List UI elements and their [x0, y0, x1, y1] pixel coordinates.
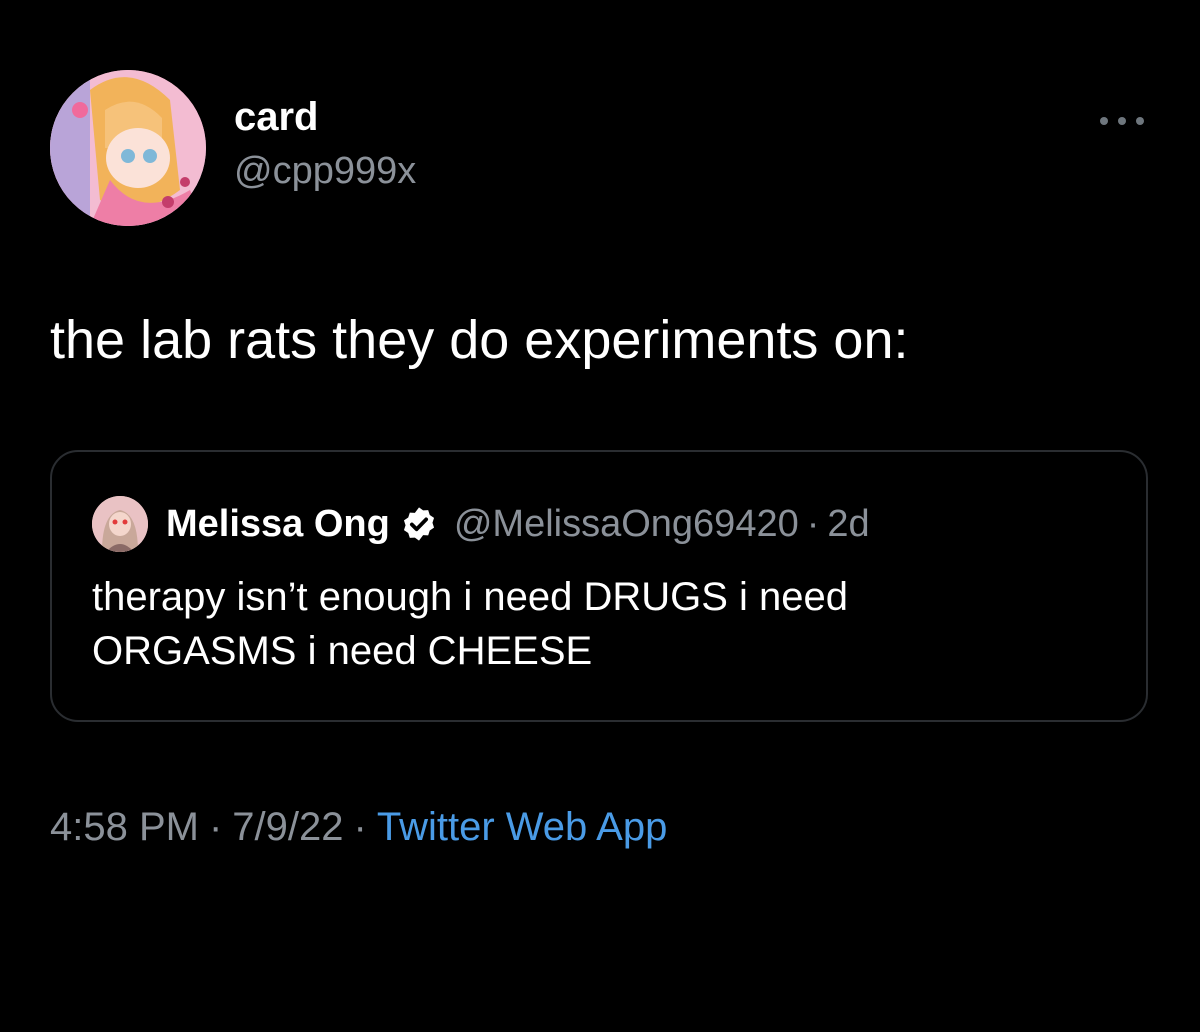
author-avatar[interactable]	[50, 70, 206, 226]
tweet-source-link[interactable]: Twitter Web App	[377, 805, 668, 849]
tweet-date[interactable]: 7/9/22	[232, 805, 343, 849]
meta-separator: ·	[208, 805, 223, 849]
user-avatar-icon	[92, 496, 148, 552]
tweet-text: the lab rats they do experiments on:	[50, 310, 909, 370]
more-dot	[1100, 117, 1108, 125]
meta-separator: ·	[353, 805, 367, 849]
quoted-separator: ·	[806, 502, 820, 545]
tweet-time[interactable]: 4:58 PM	[50, 805, 199, 849]
author-names: card @cpp999x	[234, 93, 416, 195]
more-options-icon[interactable]	[1100, 106, 1144, 136]
quoted-author-avatar[interactable]	[92, 496, 148, 552]
tweet-meta: 4:58 PM · 7/9/22 · Twitter Web App	[50, 802, 667, 852]
tweet-container: card @cpp999x the lab rats they do exper…	[0, 0, 1200, 1032]
author-display-name[interactable]: card	[234, 93, 416, 141]
author-handle[interactable]: @cpp999x	[234, 147, 416, 195]
more-dot	[1136, 117, 1144, 125]
more-dot	[1118, 117, 1126, 125]
quoted-tweet-card[interactable]: Melissa Ong @MelissaOng69420 · 2d therap…	[50, 450, 1148, 722]
quoted-text-line: therapy isn’t enough i need DRUGS i need	[92, 575, 849, 619]
quoted-time-ago[interactable]: 2d	[827, 503, 869, 546]
quoted-tweet-text: therapy isn’t enough i need DRUGS i need…	[92, 570, 1092, 678]
tweet-author: card @cpp999x	[50, 70, 416, 226]
quoted-author-handle[interactable]: @MelissaOng69420	[454, 503, 799, 546]
anime-girl-avatar-icon	[50, 70, 206, 226]
quoted-text-line: ORGASMS i need CHEESE	[92, 629, 593, 673]
quoted-author-name[interactable]: Melissa Ong	[166, 503, 390, 546]
quoted-tweet-header: Melissa Ong @MelissaOng69420 · 2d	[92, 496, 870, 552]
verified-badge-icon	[403, 507, 434, 541]
